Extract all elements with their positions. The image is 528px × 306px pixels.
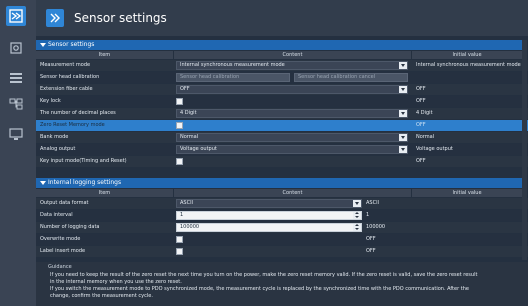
row-label: Sensor head calibration	[40, 74, 100, 80]
chevron-down-icon[interactable]	[399, 86, 407, 93]
header-content: Content	[174, 189, 411, 197]
chevron-down-icon[interactable]	[399, 110, 407, 117]
monitor-icon[interactable]	[6, 124, 26, 144]
spinner-arrows-icon[interactable]	[353, 212, 361, 219]
row-label: Overwrite mode	[40, 236, 81, 242]
initial-value: ASCII	[366, 200, 380, 206]
row-label: Analog output	[40, 146, 76, 152]
table-row: Measurement mode Internal synchronous me…	[36, 60, 528, 71]
table-row: Extension fiber cable OFF OFF	[36, 84, 528, 95]
left-sidebar	[0, 0, 36, 306]
initial-value: 1	[366, 212, 370, 218]
initial-value: OFF	[366, 248, 376, 254]
chevron-down-icon[interactable]	[399, 146, 407, 153]
zero-reset-memory-checkbox[interactable]	[176, 122, 183, 129]
table-row-selected[interactable]: Zero Reset Memory mode OFF	[36, 120, 528, 131]
row-label: Bank mode	[40, 134, 69, 140]
spinner-arrows-icon[interactable]	[353, 224, 361, 231]
output-data-format-select[interactable]: ASCII	[176, 199, 362, 208]
row-label: The number of decimal places	[40, 110, 116, 116]
guidance-text: If you need to keep the result of the ze…	[50, 272, 520, 300]
guidance-title: Guidance	[48, 264, 72, 270]
sensor-settings-title-icon	[46, 9, 64, 27]
number-of-logging-data-input[interactable]: 100000	[176, 223, 362, 232]
analog-output-select[interactable]: Voltage output	[176, 145, 408, 154]
row-label: Measurement mode	[40, 62, 91, 68]
row-label: Extension fiber cable	[40, 86, 93, 92]
initial-value	[412, 72, 528, 83]
table-row: Bank mode Normal Normal	[36, 132, 528, 143]
table-row: Data interval 1 1	[36, 210, 528, 221]
page-title: Sensor settings	[74, 11, 167, 25]
sensor-settings-section-header[interactable]: Sensor settings	[36, 40, 522, 50]
main-panel: Sensor settings Sensor settings Item Con…	[36, 0, 528, 306]
sensor-head-calibration-cancel-button[interactable]: Sensor head calibration cancel	[294, 73, 408, 82]
measurement-mode-select[interactable]: Internal synchronous measurement mode	[176, 61, 408, 70]
row-label: Key input mode(Timing and Reset)	[40, 158, 127, 164]
initial-value: Normal	[416, 134, 435, 140]
title-bar: Sensor settings	[36, 0, 528, 36]
data-interval-input[interactable]: 1	[176, 211, 362, 220]
sensor-head-icon[interactable]	[6, 38, 26, 58]
initial-value: OFF	[366, 236, 376, 242]
initial-value: 4 Digit	[416, 110, 433, 116]
guidance-line: If you switch the measurement mode to PD…	[50, 286, 469, 292]
table-row: Label insert mode OFF	[36, 246, 528, 257]
row-label: Label insert mode	[40, 248, 86, 254]
hierarchy-icon[interactable]	[6, 94, 26, 114]
header-item: Item	[36, 189, 173, 197]
header-content: Content	[174, 51, 411, 59]
key-input-mode-checkbox[interactable]	[176, 158, 183, 165]
initial-value: OFF	[416, 122, 426, 128]
row-label: Number of logging data	[40, 224, 100, 230]
table-row: The number of decimal places 4 Digit 4 D…	[36, 108, 528, 119]
collapse-triangle-icon[interactable]	[40, 181, 46, 185]
chevron-down-icon[interactable]	[399, 62, 407, 69]
table-row: Overwrite mode OFF	[36, 234, 528, 245]
initial-value: 100000	[366, 224, 386, 230]
table-row: Sensor head calibration Sensor head cali…	[36, 72, 528, 83]
decimal-places-select[interactable]: 4 Digit	[176, 109, 408, 118]
table-row: Analog output Voltage output Voltage out…	[36, 144, 528, 155]
collapse-triangle-icon[interactable]	[40, 43, 46, 47]
initial-value: OFF	[416, 158, 426, 164]
initial-value: OFF	[416, 98, 426, 104]
bank-mode-select[interactable]: Normal	[176, 133, 408, 142]
internal-logging-section-header[interactable]: Internal logging settings	[36, 178, 522, 188]
label-insert-mode-checkbox[interactable]	[176, 248, 183, 255]
chevron-down-icon[interactable]	[353, 200, 361, 207]
table-row: Key input mode(Timing and Reset) OFF	[36, 156, 528, 167]
list-icon[interactable]	[6, 68, 26, 88]
guidance-line: If you need to keep the result of the ze…	[50, 272, 478, 278]
initial-value: OFF	[416, 86, 426, 92]
row-label: Key lock	[40, 98, 61, 104]
extension-fiber-cable-select[interactable]: OFF	[176, 85, 408, 94]
vertical-scrollbar[interactable]	[522, 40, 527, 260]
row-label: Zero Reset Memory mode	[40, 122, 105, 128]
initial-value: Voltage output	[416, 146, 453, 152]
overwrite-mode-checkbox[interactable]	[176, 236, 183, 243]
guidance-line: change, confirm the measurement cycle.	[50, 293, 153, 299]
sensor-head-calibration-button[interactable]: Sensor head calibration	[176, 73, 290, 82]
key-lock-checkbox[interactable]	[176, 98, 183, 105]
row-label: Data interval	[40, 212, 73, 218]
guidance-line: in the internal memory when you use the …	[50, 279, 182, 285]
header-item: Item	[36, 51, 173, 59]
table-row: Key lock OFF	[36, 96, 528, 107]
header-initial-value: Initial value	[412, 189, 522, 197]
header-initial-value: Initial value	[412, 51, 522, 59]
initial-value: Internal synchronous measurement mode	[416, 62, 521, 68]
sensor-settings-icon[interactable]	[6, 6, 26, 26]
guidance-panel: Guidance If you need to keep the result …	[36, 262, 528, 306]
table-row: Number of logging data 100000 100000	[36, 222, 528, 233]
table-row: Output data format ASCII ASCII	[36, 198, 528, 209]
row-label: Output data format	[40, 200, 89, 206]
chevron-down-icon[interactable]	[399, 134, 407, 141]
